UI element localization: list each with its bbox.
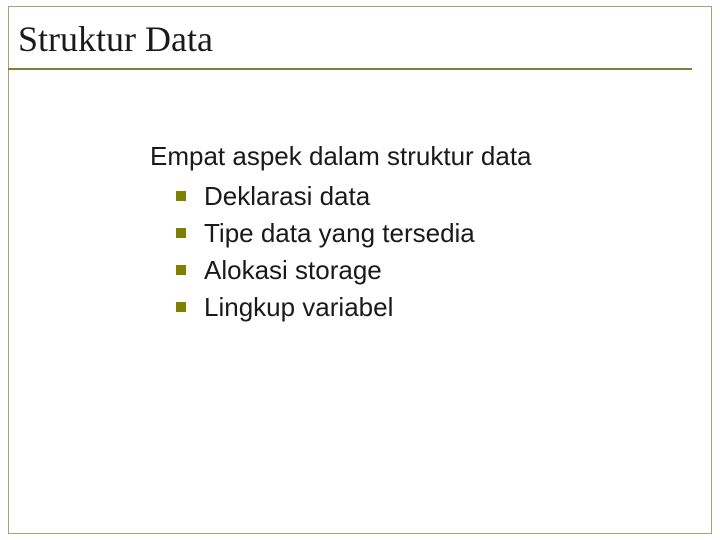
bullet-text: Tipe data yang tersedia [204, 218, 475, 248]
lead-text: Empat aspek dalam struktur data [150, 140, 680, 173]
bullet-text: Deklarasi data [204, 181, 370, 211]
bullet-text: Lingkup variabel [204, 292, 393, 322]
slide-title: Struktur Data [18, 18, 692, 60]
bullet-text: Alokasi storage [204, 255, 382, 285]
list-item: Deklarasi data [176, 179, 680, 214]
slide-content: Empat aspek dalam struktur data Deklaras… [150, 140, 680, 327]
list-item: Lingkup variabel [176, 290, 680, 325]
title-bar: Struktur Data [8, 18, 692, 70]
list-item: Tipe data yang tersedia [176, 216, 680, 251]
list-item: Alokasi storage [176, 253, 680, 288]
bullet-list: Deklarasi data Tipe data yang tersedia A… [150, 179, 680, 325]
